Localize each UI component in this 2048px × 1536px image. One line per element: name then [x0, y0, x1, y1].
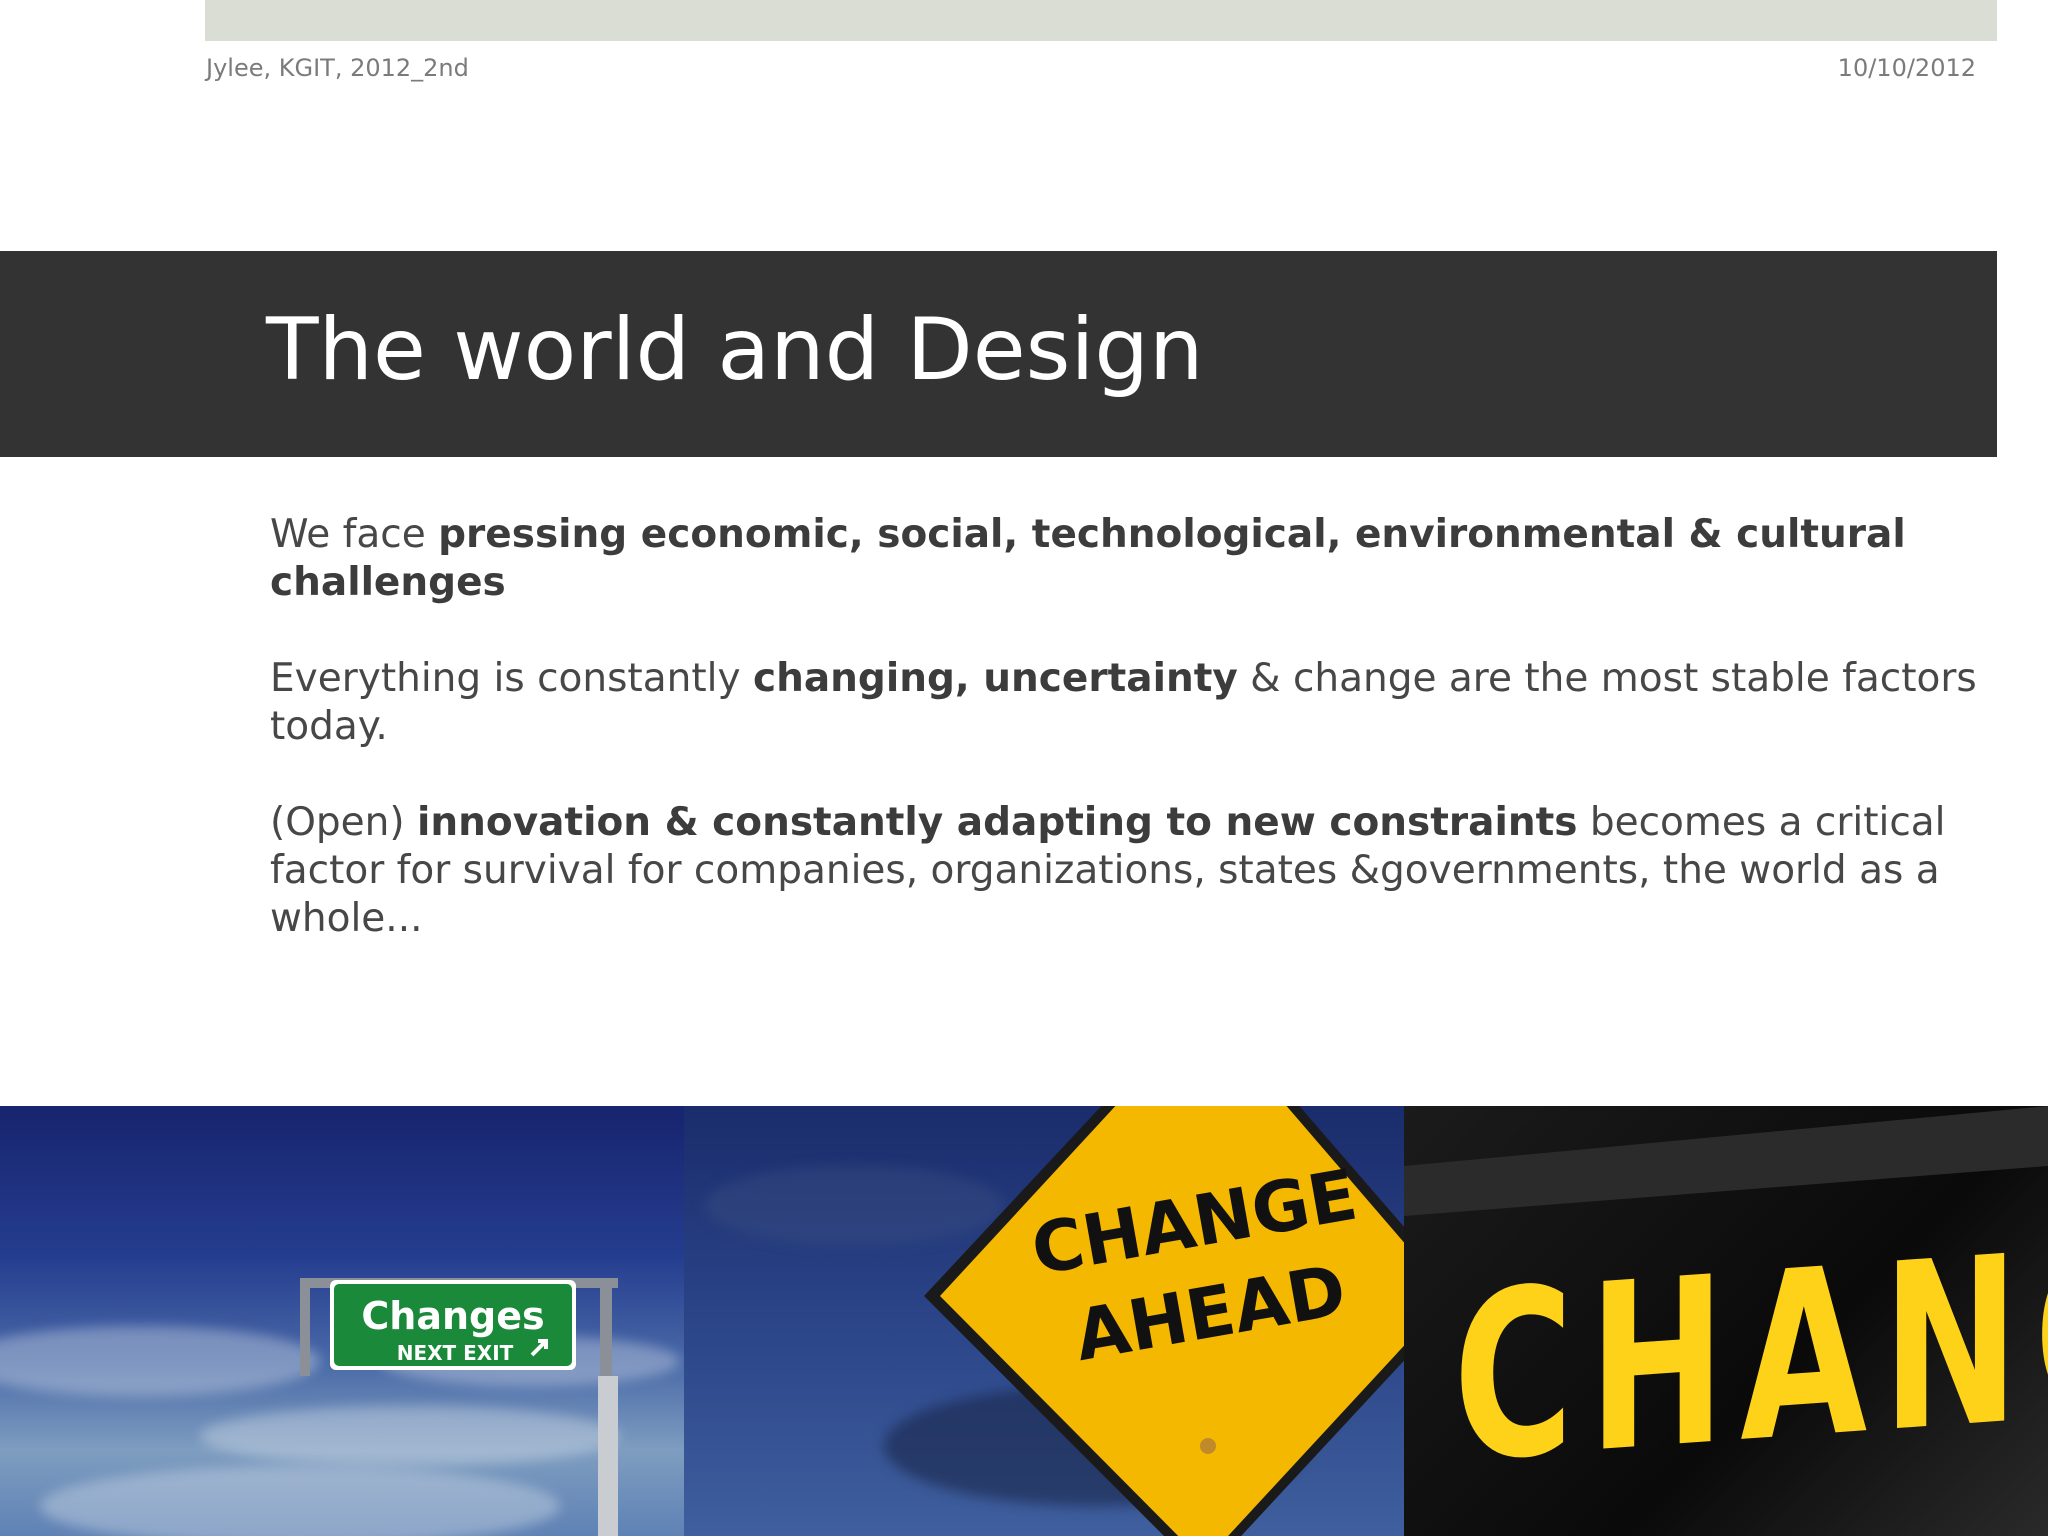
slide-body: We face pressing economic, social, techn…	[270, 511, 1990, 991]
image-strip: Changes NEXT EXIT CHANGE AHEAD CHANGE	[0, 1106, 2048, 1536]
highway-sign-line1: Changes	[361, 1294, 544, 1338]
change-ahead-sign-image: CHANGE AHEAD	[684, 1106, 1404, 1536]
change-stencil-image: CHANGE	[1404, 1106, 2048, 1536]
top-band	[205, 0, 1997, 41]
highway-sign-line2: NEXT EXIT	[397, 1341, 514, 1365]
paragraph-innovation: (Open) innovation & constantly adapting …	[270, 799, 1990, 943]
slide-title: The world and Design	[266, 300, 1204, 400]
paragraph-change: Everything is constantly changing, uncer…	[270, 655, 1990, 751]
change-stencil-graphic: CHANGE	[1404, 1106, 2048, 1514]
stencil-text: CHANGE	[1453, 1186, 2048, 1514]
p3-text-pre: (Open)	[270, 800, 417, 845]
p2-text-pre: Everything is constantly	[270, 656, 753, 701]
highway-sign-image: Changes NEXT EXIT	[0, 1106, 684, 1536]
p1-bold: pressing economic, social, technological…	[270, 512, 1906, 605]
footer-author: Jylee, KGIT, 2012_2nd	[206, 54, 469, 82]
p3-bold: innovation & constantly adapting to new …	[417, 800, 1578, 845]
p1-text: We face	[270, 512, 439, 557]
p2-bold: changing, uncertainty	[752, 656, 1238, 701]
change-ahead-sign-graphic: CHANGE AHEAD	[924, 1106, 1404, 1536]
paragraph-challenges: We face pressing economic, social, techn…	[270, 511, 1990, 607]
highway-sign-graphic: Changes NEXT EXIT	[300, 1278, 618, 1536]
footer-date: 10/10/2012	[1837, 54, 1976, 82]
